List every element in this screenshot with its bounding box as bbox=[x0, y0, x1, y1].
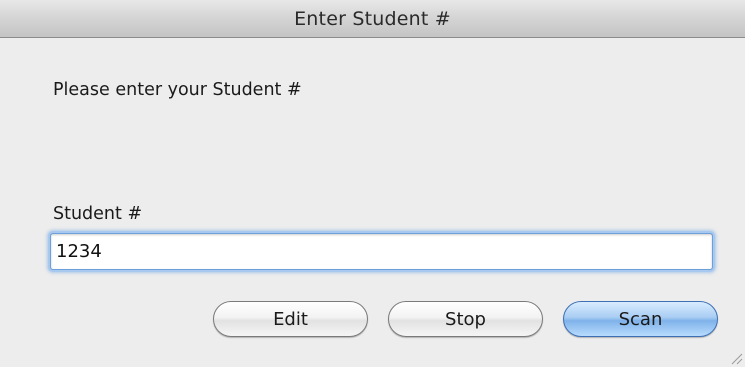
title-bar[interactable]: Enter Student # bbox=[0, 0, 745, 38]
scan-button[interactable]: Scan bbox=[563, 301, 718, 337]
student-number-input[interactable] bbox=[51, 234, 712, 269]
window-title: Enter Student # bbox=[294, 7, 451, 30]
dialog-window: Enter Student # Please enter your Studen… bbox=[0, 0, 745, 367]
prompt-text: Please enter your Student # bbox=[53, 80, 302, 100]
student-number-field-container bbox=[50, 233, 713, 270]
stop-button[interactable]: Stop bbox=[388, 301, 543, 337]
edit-button[interactable]: Edit bbox=[213, 301, 368, 337]
resize-grip-icon[interactable] bbox=[729, 351, 743, 365]
student-number-label: Student # bbox=[53, 204, 143, 224]
